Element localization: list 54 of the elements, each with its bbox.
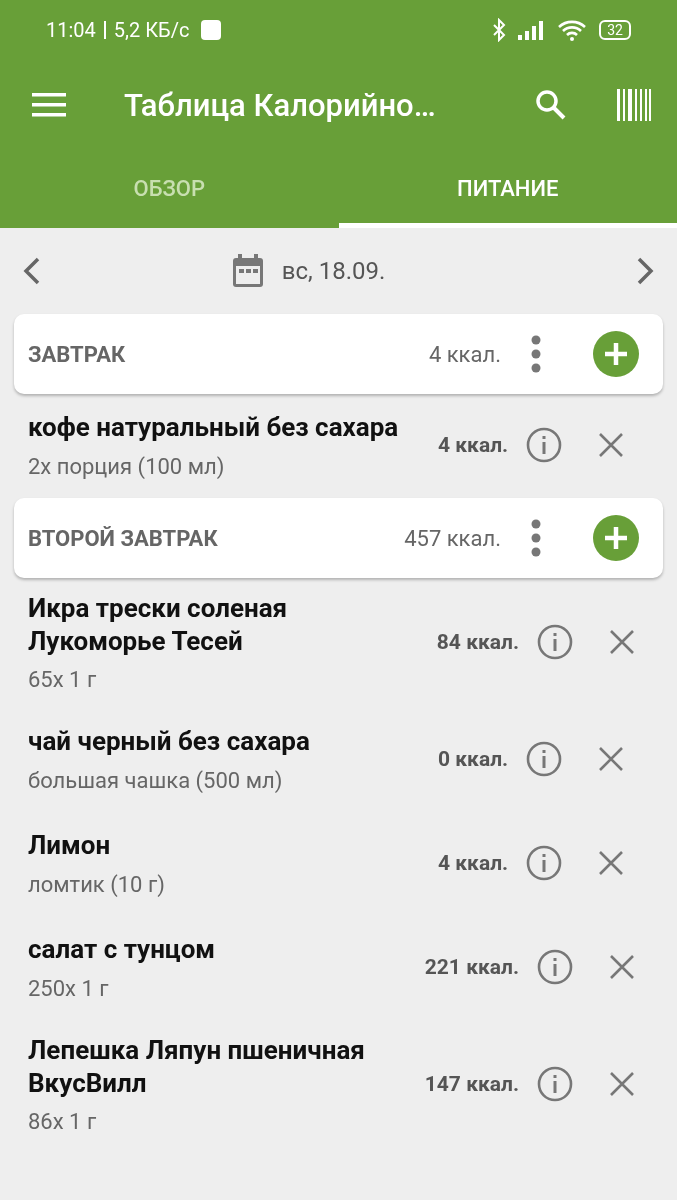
meal-calories: 457 ккал. [404, 525, 501, 551]
food-calories: 221 ккал. [424, 955, 519, 979]
food-portion: 250x 1 г [28, 975, 110, 1001]
info-icon[interactable] [526, 845, 563, 881]
close-icon[interactable] [598, 432, 625, 458]
close-icon[interactable] [598, 850, 625, 876]
close-icon[interactable] [609, 954, 635, 980]
food-calories: 4 ккал. [438, 851, 509, 875]
more-icon[interactable] [531, 519, 541, 557]
app-title: Таблица Калорийно… [124, 86, 437, 124]
food-calories: 147 ккал. [424, 1072, 519, 1096]
close-icon[interactable] [598, 746, 625, 772]
food-name: Лимон [28, 829, 112, 862]
bluetooth-icon [491, 18, 508, 42]
food-name: кофе натуральный без сахара [28, 411, 400, 444]
battery-indicator: 32 [599, 20, 631, 40]
info-icon[interactable] [526, 741, 563, 777]
info-icon[interactable] [526, 427, 563, 463]
close-icon[interactable] [609, 629, 635, 655]
more-icon[interactable] [531, 335, 541, 373]
network-speed: 5,2 КБ/с [113, 18, 190, 42]
food-calories: 84 ккал. [436, 630, 519, 654]
food-portion: ломтик (10 г) [28, 871, 166, 897]
food-calories: 4 ккал. [438, 433, 509, 457]
food-name: Лепешка Ляпун пшеничная ВкусВилл [28, 1034, 366, 1099]
meal-title: ЗАВТРАК [28, 341, 127, 367]
add-icon[interactable] [593, 515, 639, 561]
food-calories: 0 ккал. [438, 747, 509, 771]
meal-calories: 4 ккал. [428, 341, 501, 367]
close-icon[interactable] [609, 1071, 635, 1097]
status-time: 11:04 [46, 18, 96, 42]
calendar-icon[interactable] [231, 254, 264, 288]
previous-icon[interactable] [22, 255, 42, 287]
info-icon[interactable] [537, 949, 573, 985]
food-portion: 2x порция (100 мл) [28, 453, 226, 479]
add-icon[interactable] [593, 331, 639, 377]
next-icon[interactable] [635, 255, 655, 287]
tab[interactable]: ОБЗОР [0, 150, 339, 228]
info-icon[interactable] [537, 1066, 573, 1102]
food-portion: 65x 1 г [28, 667, 98, 692]
date-label: вс, 18.09. [281, 257, 386, 285]
food-name: Икра трески соленая Лукоморье Тесей [28, 592, 289, 657]
info-icon[interactable] [537, 624, 573, 660]
menu-icon[interactable] [32, 92, 66, 118]
food-name: салат с тунцом [28, 933, 217, 966]
food-name: чай черный без сахара [28, 725, 311, 758]
barcode-icon[interactable] [617, 89, 651, 121]
wifi-icon [557, 19, 588, 41]
tab[interactable]: ПИТАНИЕ [338, 150, 677, 228]
search-icon[interactable] [535, 89, 567, 121]
notification-icon [201, 20, 222, 40]
food-portion: 86x 1 г [28, 1109, 98, 1134]
meal-title: ВТОРОЙ ЗАВТРАК [28, 525, 219, 551]
food-portion: большая чашка (500 мл) [28, 767, 284, 793]
